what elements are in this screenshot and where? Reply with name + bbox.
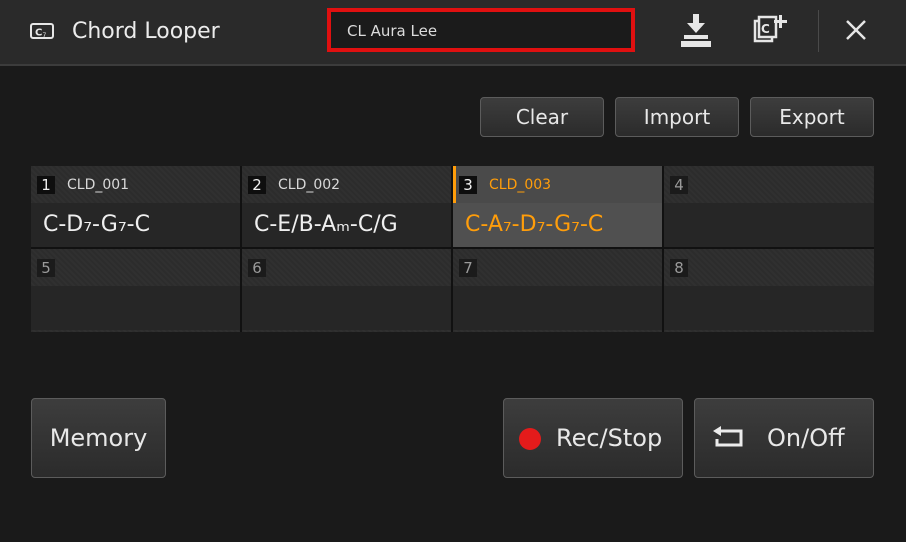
app-title: Chord Looper [72,19,220,44]
chord-slot-1[interactable]: 1 CLD_001 C-D₇-G₇-C [31,166,240,247]
export-button[interactable]: Export [750,97,874,137]
slot-number: 5 [37,259,55,277]
slot-number: 7 [459,259,477,277]
svg-text:7: 7 [43,32,47,39]
chord-slot-5[interactable]: 5 [31,249,240,332]
svg-text:C: C [35,28,42,39]
chord-slot-3[interactable]: 3 CLD_003 C-A₇-D₇-G₇-C [453,166,662,247]
on-off-label: On/Off [767,424,845,452]
slot-chords: C-E/B-Aₘ-C/G [254,212,398,237]
slot-name: CLD_002 [278,177,341,193]
slot-chords-area [664,203,874,247]
slot-chords-area [664,286,874,330]
close-icon[interactable] [838,12,874,48]
chord-looper-window: C 7 Chord Looper CL Aura Lee C Clear Imp… [0,0,906,542]
record-dot-icon [519,428,541,450]
chord-slot-4[interactable]: 4 [664,166,874,247]
song-name: CL Aura Lee [347,22,438,40]
slot-chords-area: C-E/B-Aₘ-C/G [242,203,451,247]
slot-number: 3 [459,176,477,194]
slot-name: CLD_003 [489,177,552,193]
chord-looper-icon: C 7 [30,23,54,39]
slot-number: 6 [248,259,266,277]
rec-stop-label: Rec/Stop [556,424,663,452]
slot-chords: C-D₇-G₇-C [43,212,150,237]
import-button[interactable]: Import [615,97,739,137]
slot-chords-area [242,286,451,330]
save-download-icon[interactable] [678,12,714,48]
slot-number: 1 [37,176,55,194]
song-name-field[interactable]: CL Aura Lee [327,8,635,52]
toolbar-divider [818,10,819,52]
slot-chords-area: C-A₇-D₇-G₇-C [453,203,662,247]
slot-number: 2 [248,176,266,194]
new-chord-icon[interactable]: C [752,12,788,48]
loop-icon [713,426,743,447]
loop-on-off-button[interactable]: On/Off [694,398,874,478]
chord-slot-8[interactable]: 8 [664,249,874,332]
chord-slot-7[interactable]: 7 [453,249,662,332]
slot-number: 8 [670,259,688,277]
memory-button[interactable]: Memory [31,398,166,478]
chord-slot-2[interactable]: 2 CLD_002 C-E/B-Aₘ-C/G [242,166,451,247]
slot-name: CLD_001 [67,177,130,193]
title-bar: C 7 Chord Looper CL Aura Lee C [0,0,906,66]
slot-number: 4 [670,176,688,194]
clear-button[interactable]: Clear [480,97,604,137]
slot-chords-area [31,286,240,330]
svg-text:C: C [761,22,770,36]
slot-chords-area: C-D₇-G₇-C [31,203,240,247]
chord-slot-grid: 1 CLD_001 C-D₇-G₇-C 2 CLD_002 C-E/B-Aₘ-C… [31,166,874,332]
rec-stop-button[interactable]: Rec/Stop [503,398,683,478]
slot-chords-area [453,286,662,330]
slot-chords: C-A₇-D₇-G₇-C [465,212,604,237]
chord-slot-6[interactable]: 6 [242,249,451,332]
